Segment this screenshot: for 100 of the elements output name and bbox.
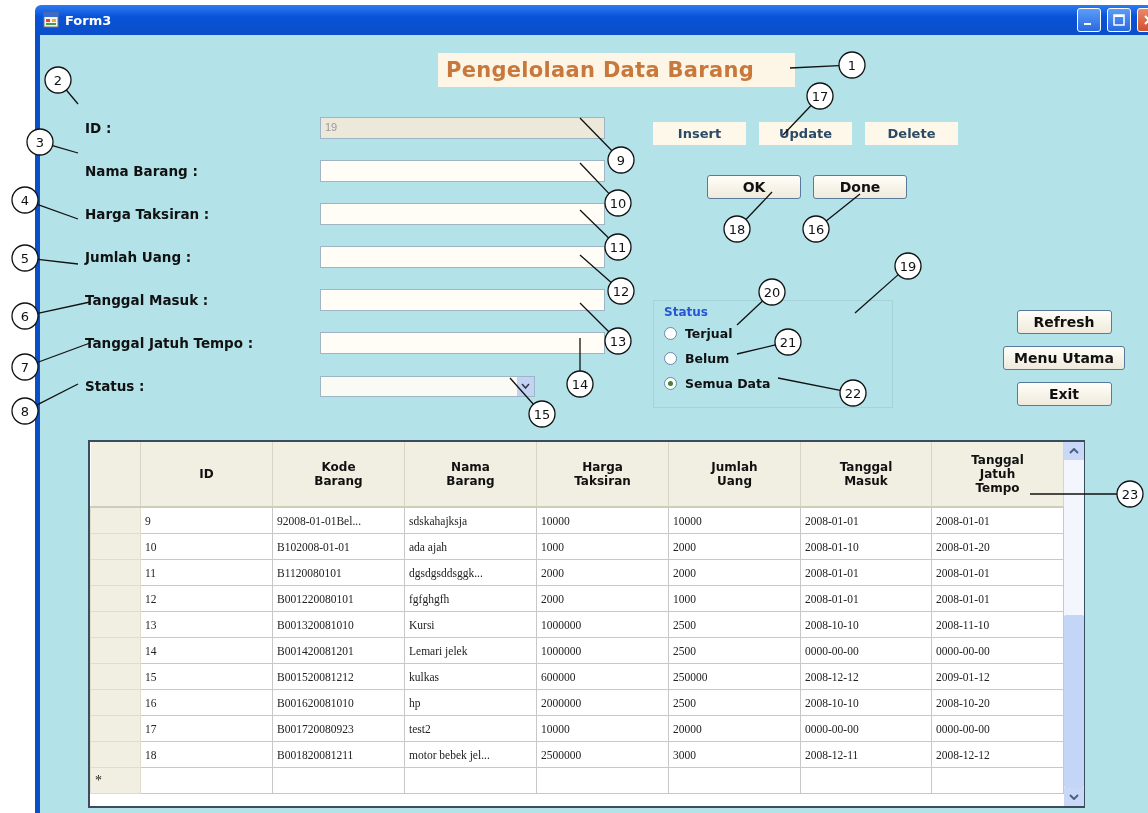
column-header[interactable]: Harga Taksiran: [536, 442, 669, 507]
callout-marker: 7: [11, 353, 39, 381]
callout-marker: 16: [802, 215, 830, 243]
row-header[interactable]: [90, 715, 141, 742]
table-cell: B001220080101: [272, 585, 405, 612]
callout-marker: 4: [11, 186, 39, 214]
field-label: Harga Taksiran :: [85, 206, 211, 222]
callout-marker: 11: [604, 233, 632, 261]
table-cell: dgsdgsddsggk...: [404, 559, 537, 586]
callout-marker: 6: [11, 302, 39, 330]
nav-button[interactable]: Refresh: [1016, 310, 1112, 334]
table-cell: 9: [140, 507, 273, 534]
callout-marker: 23: [1116, 480, 1144, 508]
field-label: Tanggal Masuk :: [85, 292, 210, 308]
callout-marker: 19: [894, 252, 922, 280]
corner-header: [90, 442, 141, 507]
table-cell: 2500000: [536, 741, 669, 768]
table-cell: B001420081201: [272, 637, 405, 664]
table-cell: B1120080101: [272, 559, 405, 586]
callout-marker: 2: [44, 66, 72, 94]
table-cell: 2000: [536, 559, 669, 586]
column-header[interactable]: Nama Barang: [404, 442, 537, 507]
input-field[interactable]: [320, 332, 605, 354]
field-label: Jumlah Uang :: [85, 249, 193, 265]
scroll-up-icon: [1069, 448, 1079, 454]
table-cell: kulkas: [404, 663, 537, 690]
callout-marker: 22: [839, 379, 867, 407]
row-header[interactable]: [90, 689, 141, 716]
action-button[interactable]: Delete: [865, 122, 958, 145]
action-button[interactable]: Insert: [653, 122, 746, 145]
row-header[interactable]: [90, 611, 141, 638]
input-field[interactable]: [320, 246, 605, 268]
table-cell: 2500: [668, 637, 801, 664]
leader-line: [579, 162, 610, 195]
confirm-button[interactable]: Done: [813, 175, 907, 199]
table-cell: B102008-01-01: [272, 533, 405, 560]
table-cell: 0000-00-00: [931, 637, 1064, 664]
table-cell: 2008-12-12: [931, 741, 1064, 768]
window-title: Form3: [65, 12, 112, 28]
row-header[interactable]: [90, 533, 141, 560]
table-cell: 15: [140, 663, 273, 690]
leader-line: [579, 117, 613, 152]
column-header[interactable]: Tanggal Masuk: [800, 442, 932, 507]
nav-button[interactable]: Menu Utama: [1003, 346, 1125, 370]
column-header[interactable]: Tanggal Jatuh Tempo: [931, 442, 1064, 507]
maximize-button[interactable]: [1107, 8, 1131, 32]
leader-line: [579, 254, 612, 284]
table-cell: B001320081010: [272, 611, 405, 638]
leader-line: [789, 64, 840, 69]
table-cell: Kursi: [404, 611, 537, 638]
table-cell: 2008-01-01: [931, 585, 1064, 612]
table-cell: 2000: [668, 559, 801, 586]
column-header[interactable]: Jumlah Uang: [668, 442, 801, 507]
callout-marker: 3: [26, 128, 54, 156]
row-header[interactable]: [90, 507, 141, 534]
table-cell: 10000: [668, 507, 801, 534]
row-header[interactable]: [90, 637, 141, 664]
callout-marker: 5: [11, 244, 39, 272]
table-cell: 18: [140, 741, 273, 768]
table-cell: 2008-01-01: [800, 507, 932, 534]
table-cell: 2008-01-10: [800, 533, 932, 560]
input-field[interactable]: [320, 160, 605, 182]
minimize-button[interactable]: [1077, 8, 1101, 32]
table-cell: B001520081212: [272, 663, 405, 690]
input-field[interactable]: [320, 203, 605, 225]
table-cell: 1000: [668, 585, 801, 612]
table-cell: 1000: [536, 533, 669, 560]
table-cell: test2: [404, 715, 537, 742]
confirm-button[interactable]: OK: [707, 175, 801, 199]
scroll-down-icon: [1069, 794, 1079, 800]
leader-line: [35, 383, 79, 406]
leader-line: [777, 377, 841, 392]
form-heading: Pengelolaan Data Barang: [438, 53, 795, 87]
table-cell: 2008-12-11: [800, 741, 932, 768]
new-row-marker[interactable]: *: [90, 767, 141, 794]
row-header[interactable]: [90, 585, 141, 612]
row-header[interactable]: [90, 741, 141, 768]
row-header[interactable]: [90, 663, 141, 690]
status-dropdown[interactable]: [320, 375, 535, 397]
input-field[interactable]: [320, 289, 605, 311]
action-button[interactable]: Update: [759, 122, 852, 145]
column-header[interactable]: Kode Barang: [272, 442, 405, 507]
table-cell: 0000-00-00: [800, 715, 932, 742]
scrollbar[interactable]: [1064, 442, 1084, 806]
scroll-thumb[interactable]: [1064, 615, 1084, 788]
row-header[interactable]: [90, 559, 141, 586]
table-cell: 2008-12-12: [800, 663, 932, 690]
table-cell: 2000000: [536, 689, 669, 716]
table-cell: B001620081010: [272, 689, 405, 716]
callout-marker: 21: [774, 328, 802, 356]
leader-line: [736, 300, 764, 326]
leader-line: [825, 193, 861, 222]
table-cell: fgfghgfh: [404, 585, 537, 612]
table-cell: B001720080923: [272, 715, 405, 742]
nav-button[interactable]: Exit: [1016, 382, 1112, 406]
callout-marker: 9: [607, 146, 635, 174]
column-header[interactable]: ID: [140, 442, 273, 507]
table-cell: 2008-10-10: [800, 689, 932, 716]
group-title: Status: [664, 305, 708, 319]
table-cell: 17: [140, 715, 273, 742]
